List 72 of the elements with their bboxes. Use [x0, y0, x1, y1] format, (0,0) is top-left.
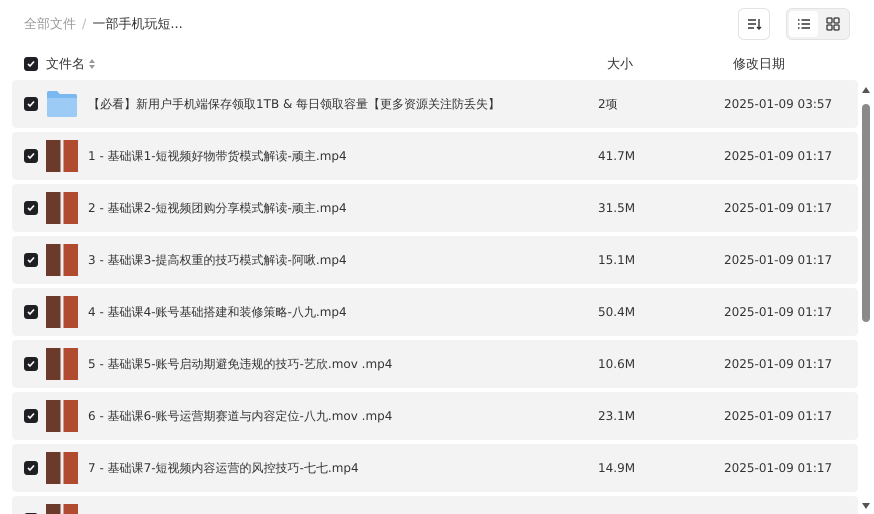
checkmark-icon: [26, 203, 36, 213]
video-thumbnail: [46, 192, 78, 224]
file-row[interactable]: 2 - 基础课2-短视频团购分享模式解读-顽主.mp4 31.5M 2025-01-09 01:17: [12, 184, 858, 232]
checkmark-icon: [26, 411, 36, 421]
file-name: 6 - 基础课6-账号运营期赛道与内容定位-八九.mov .mp4: [88, 408, 394, 424]
sort-icon: [746, 16, 762, 32]
row-checkbox[interactable]: [24, 305, 38, 319]
file-size: 2项: [598, 96, 619, 112]
video-thumbnail: [46, 244, 78, 276]
row-checkbox[interactable]: [24, 253, 38, 267]
scroll-up-icon[interactable]: [861, 86, 871, 94]
modified-date: 2025-01-09 01:17: [724, 461, 832, 475]
file-name: 3 - 基础课3-提高权重的技巧模式解读-阿啾.mp4: [88, 252, 348, 268]
list-icon: [796, 17, 810, 31]
modified-date: 2025-01-09 03:57: [724, 97, 832, 111]
file-size: 10.6M: [598, 357, 636, 371]
list-view-button[interactable]: [789, 11, 818, 37]
checkmark-icon: [26, 359, 36, 369]
select-all-checkbox[interactable]: [24, 57, 38, 71]
file-name: 7 - 基础课7-短视频内容运营的风控技巧-七七.mp4: [88, 460, 360, 476]
name-column-header[interactable]: 文件名: [46, 55, 85, 73]
video-thumbnail: [46, 296, 78, 328]
file-size: 50.4M: [598, 305, 636, 319]
file-row[interactable]: 6 - 基础课6-账号运营期赛道与内容定位-八九.mov .mp4 23.1M 2025-01-09 01:17: [12, 392, 858, 440]
scroll-down-icon[interactable]: [861, 502, 871, 510]
modified-date: 2025-01-09 01:17: [724, 149, 832, 163]
size-column-header: 大小: [607, 56, 634, 73]
row-checkbox[interactable]: [24, 149, 38, 163]
modified-date: 2025-01-09 01:17: [724, 305, 832, 319]
file-name: 4 - 基础课4-账号基础搭建和装修策略-八九.mp4: [88, 304, 348, 320]
file-size: 15.1M: [598, 253, 636, 267]
checkmark-icon: [26, 59, 36, 69]
file-name: 1 - 基础课1-短视频好物带货模式解读-顽主.mp4: [88, 148, 348, 164]
row-checkbox[interactable]: [24, 461, 38, 475]
sort-button[interactable]: [738, 8, 770, 40]
video-thumbnail: [46, 452, 78, 484]
checkmark-icon: [26, 307, 36, 317]
file-row[interactable]: 5 - 基础课5-账号启动期避免违规的技巧-艺欣.mov .mp4 10.6M 2025-01-09 01:17: [12, 340, 858, 388]
file-row[interactable]: 4 - 基础课4-账号基础搭建和装修策略-八九.mp4 50.4M 2025-01-09 01:17: [12, 288, 858, 336]
modified-date: 2025-01-09 01:17: [724, 357, 832, 371]
checkmark-icon: [26, 99, 36, 109]
file-row[interactable]: 7 - 基础课7-短视频内容运营的风控技巧-七七.mp4 14.9M 2025-01-09 01:17: [12, 444, 858, 492]
date-column-header: 修改日期: [733, 56, 785, 73]
row-checkbox[interactable]: [24, 201, 38, 215]
file-row[interactable]: 1 - 基础课1-短视频好物带货模式解读-顽主.mp4 41.7M 2025-01-09 01:17: [12, 132, 858, 180]
modified-date: 2025-01-09 01:17: [724, 201, 832, 215]
breadcrumb-separator: /: [82, 16, 86, 32]
video-thumbnail: [46, 348, 78, 380]
modified-date: 2025-01-09 01:17: [724, 253, 832, 267]
row-checkbox[interactable]: [24, 357, 38, 371]
modified-date: 2025-01-09 01:17: [724, 409, 832, 423]
file-name: 2 - 基础课2-短视频团购分享模式解读-顽主.mp4: [88, 200, 348, 216]
file-name: 5 - 基础课5-账号启动期避免违规的技巧-艺欣.mov .mp4: [88, 356, 394, 372]
checkmark-icon: [26, 151, 36, 161]
video-thumbnail: [46, 140, 78, 172]
file-name: 【必看】新用户手机端保存领取1TB & 每日领取容量【更多资源关注防丢失】: [88, 96, 502, 112]
file-size: 23.1M: [598, 409, 636, 423]
file-size: 31.5M: [598, 201, 636, 215]
checkmark-icon: [26, 463, 36, 473]
file-row[interactable]: 3 - 基础课3-提高权重的技巧模式解读-阿啾.mp4 15.1M 2025-01-09 01:17: [12, 236, 858, 284]
row-checkbox[interactable]: [24, 409, 38, 423]
folder-icon: [46, 90, 78, 118]
sort-arrows-icon[interactable]: [88, 58, 96, 70]
scrollbar-thumb[interactable]: [862, 104, 870, 322]
video-thumbnail: [46, 400, 78, 432]
breadcrumb-item: 一部手机玩短...: [92, 16, 183, 33]
checkmark-icon: [26, 255, 36, 265]
grid-icon: [826, 17, 840, 31]
row-checkbox[interactable]: [24, 97, 38, 111]
file-size: 14.9M: [598, 461, 636, 475]
file-row[interactable]: 【必看】新用户手机端保存领取1TB & 每日领取容量【更多资源关注防丢失】 2项 2025-01-09 03:57: [12, 80, 858, 128]
file-size: 41.7M: [598, 149, 636, 163]
